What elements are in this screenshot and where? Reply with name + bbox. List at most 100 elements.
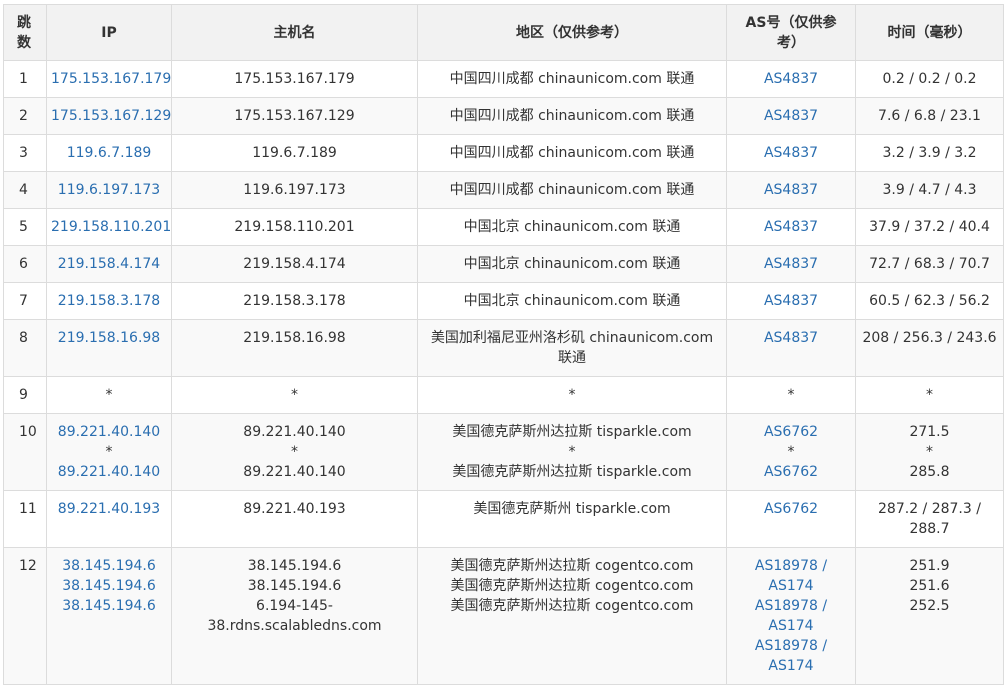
time-text: 37.9 / 37.2 / 40.4 [869, 219, 990, 235]
table-row: 8 219.158.16.98 219.158.16.98 美国加利福尼亚州洛杉矶 c… [3, 319, 1004, 377]
time-text: 0.2 / 0.2 / 0.2 [882, 71, 977, 87]
ip-link[interactable]: 38.145.194.6 [51, 556, 167, 576]
ip-link[interactable]: 89.221.40.140 [51, 422, 167, 442]
as-link[interactable]: AS4837 [731, 254, 851, 274]
as-link[interactable]: AS4837 [731, 180, 851, 200]
ip-cell: 219.158.4.174 [46, 245, 172, 283]
region-cell: 中国四川成都 chinaunicom.com 联通 [417, 60, 727, 98]
ip-link[interactable]: 219.158.3.178 [51, 291, 167, 311]
hostname-cell: 119.6.197.173 [171, 171, 418, 209]
hostname-cell: 219.158.110.201 [171, 208, 418, 246]
as-link[interactable]: AS4837 [731, 106, 851, 126]
header-region: 地区（仅供参考） [417, 4, 727, 61]
time-cell: 251.9 251.6 252.5 [855, 547, 1004, 685]
time-text: 251.6 [909, 578, 950, 594]
as-link[interactable]: AS6762 [731, 422, 851, 442]
hostname-text: 219.158.3.178 [243, 293, 346, 309]
ip-link[interactable]: 119.6.197.173 [51, 180, 167, 200]
hostname-cell: 219.158.3.178 [171, 282, 418, 320]
hostname-text: 119.6.7.189 [252, 145, 337, 161]
table-row: 5 219.158.110.201 219.158.110.201 中国北京 chin… [3, 208, 1004, 246]
region-text: 美国德克萨斯州 tisparkle.com [473, 501, 671, 517]
as-link[interactable]: AS174 [731, 656, 851, 676]
as-link[interactable]: AS4837 [731, 291, 851, 311]
region-text: 美国德克萨斯州达拉斯 tisparkle.com [452, 424, 692, 440]
as-link[interactable]: AS174 [731, 576, 851, 596]
time-cell: 72.7 / 68.3 / 70.7 [855, 245, 1004, 283]
header-ip: IP [46, 4, 172, 61]
region-text: 中国四川成都 chinaunicom.com 联通 [449, 108, 695, 124]
as-link[interactable]: AS18978 / [731, 636, 851, 656]
region-cell: 中国北京 chinaunicom.com 联通 [417, 245, 727, 283]
hostname-text: 38.145.194.6 [247, 578, 342, 594]
as-link[interactable]: AS6762 [731, 462, 851, 482]
region-text: 美国德克萨斯州达拉斯 cogentco.com [450, 578, 694, 594]
header-hostname: 主机名 [171, 4, 418, 61]
hop-cell: 8 [3, 319, 47, 377]
ip-link[interactable]: 119.6.7.189 [51, 143, 167, 163]
hostname-cell: 219.158.16.98 [171, 319, 418, 377]
hostname-text: 219.158.110.201 [234, 219, 355, 235]
time-cell: 7.6 / 6.8 / 23.1 [855, 97, 1004, 135]
ip-cell: 89.221.40.193 [46, 490, 172, 548]
hostname-text: 175.153.167.179 [234, 71, 355, 87]
region-cell: 中国北京 chinaunicom.com 联通 [417, 282, 727, 320]
time-cell: 287.2 / 287.3 / 288.7 [855, 490, 1004, 548]
region-text: 美国德克萨斯州达拉斯 tisparkle.com [452, 464, 692, 480]
hostname-cell: 175.153.167.179 [171, 60, 418, 98]
as-link[interactable]: AS4837 [731, 143, 851, 163]
hop-cell: 2 [3, 97, 47, 135]
as-cell: AS18978 /AS174 AS18978 /AS174 AS18978 /AS1… [726, 547, 856, 685]
as-cell: AS4837 [726, 97, 856, 135]
ip-cell: 175.153.167.129 [46, 97, 172, 135]
as-link[interactable]: AS4837 [731, 328, 851, 348]
as-link[interactable]: AS4837 [731, 69, 851, 89]
time-cell: 271.5 * 285.8 [855, 413, 1004, 491]
ip-cell: 38.145.194.6 38.145.194.6 38.145.194.6 [46, 547, 172, 685]
ip-link[interactable]: 89.221.40.140 [51, 462, 167, 482]
time-text: 208 / 256.3 / 243.6 [862, 330, 997, 346]
time-text: * [926, 387, 933, 403]
region-text: * [568, 387, 576, 403]
hostname-text: * [291, 387, 298, 403]
table-row: 6 219.158.4.174 219.158.4.174 中国北京 chinauni… [3, 245, 1004, 283]
as-link[interactable]: AS18978 / [731, 556, 851, 576]
ip-cell: 219.158.3.178 [46, 282, 172, 320]
time-text: 3.9 / 4.7 / 4.3 [882, 182, 977, 198]
region-cell: 美国德克萨斯州达拉斯 tisparkle.com * 美国德克萨斯州达拉斯 tisp… [417, 413, 727, 491]
region-text: 中国北京 chinaunicom.com 联通 [463, 219, 681, 235]
time-cell: 208 / 256.3 / 243.6 [855, 319, 1004, 377]
table-row: 10 89.221.40.140 * 89.221.40.140 89.221.40.1… [3, 413, 1004, 491]
ip-link[interactable]: 219.158.4.174 [51, 254, 167, 274]
time-text: 271.5 [909, 424, 950, 440]
table-row: 2 175.153.167.129 175.153.167.129 中国四川成都 ch… [3, 97, 1004, 135]
ip-link[interactable]: 175.153.167.129 [51, 106, 171, 126]
hop-cell: 11 [3, 490, 47, 548]
hostname-text: 175.153.167.129 [234, 108, 355, 124]
as-link[interactable]: AS4837 [731, 217, 851, 237]
region-cell: 中国北京 chinaunicom.com 联通 [417, 208, 727, 246]
as-link[interactable]: AS18978 / [731, 596, 851, 616]
region-text: 中国北京 chinaunicom.com 联通 [463, 293, 681, 309]
region-text: 中国四川成都 chinaunicom.com 联通 [449, 71, 695, 87]
ip-link[interactable]: 219.158.16.98 [51, 328, 167, 348]
ip-cell: 89.221.40.140 * 89.221.40.140 [46, 413, 172, 491]
time-text: * [926, 444, 933, 460]
hop-cell: 3 [3, 134, 47, 172]
as-cell: AS4837 [726, 208, 856, 246]
header-time: 时间（毫秒） [855, 4, 1004, 61]
table-body: 1 175.153.167.179 175.153.167.179 中国四川成都 ch… [3, 60, 1004, 685]
table-row: 4 119.6.197.173 119.6.197.173 中国四川成都 chinau… [3, 171, 1004, 209]
ip-link[interactable]: 89.221.40.193 [51, 499, 167, 519]
ip-link[interactable]: 175.153.167.179 [51, 69, 171, 89]
ip-link[interactable]: 219.158.110.201 [51, 217, 171, 237]
region-cell: 中国四川成都 chinaunicom.com 联通 [417, 97, 727, 135]
ip-link[interactable]: 38.145.194.6 [51, 596, 167, 616]
region-cell: 美国加利福尼亚州洛杉矶 chinaunicom.com 联通 [417, 319, 727, 377]
ip-cell: 119.6.197.173 [46, 171, 172, 209]
as-link[interactable]: AS174 [731, 616, 851, 636]
ip-link[interactable]: 38.145.194.6 [51, 576, 167, 596]
as-link[interactable]: AS6762 [731, 499, 851, 519]
hop-cell: 1 [3, 60, 47, 98]
time-text: 7.6 / 6.8 / 23.1 [878, 108, 981, 124]
